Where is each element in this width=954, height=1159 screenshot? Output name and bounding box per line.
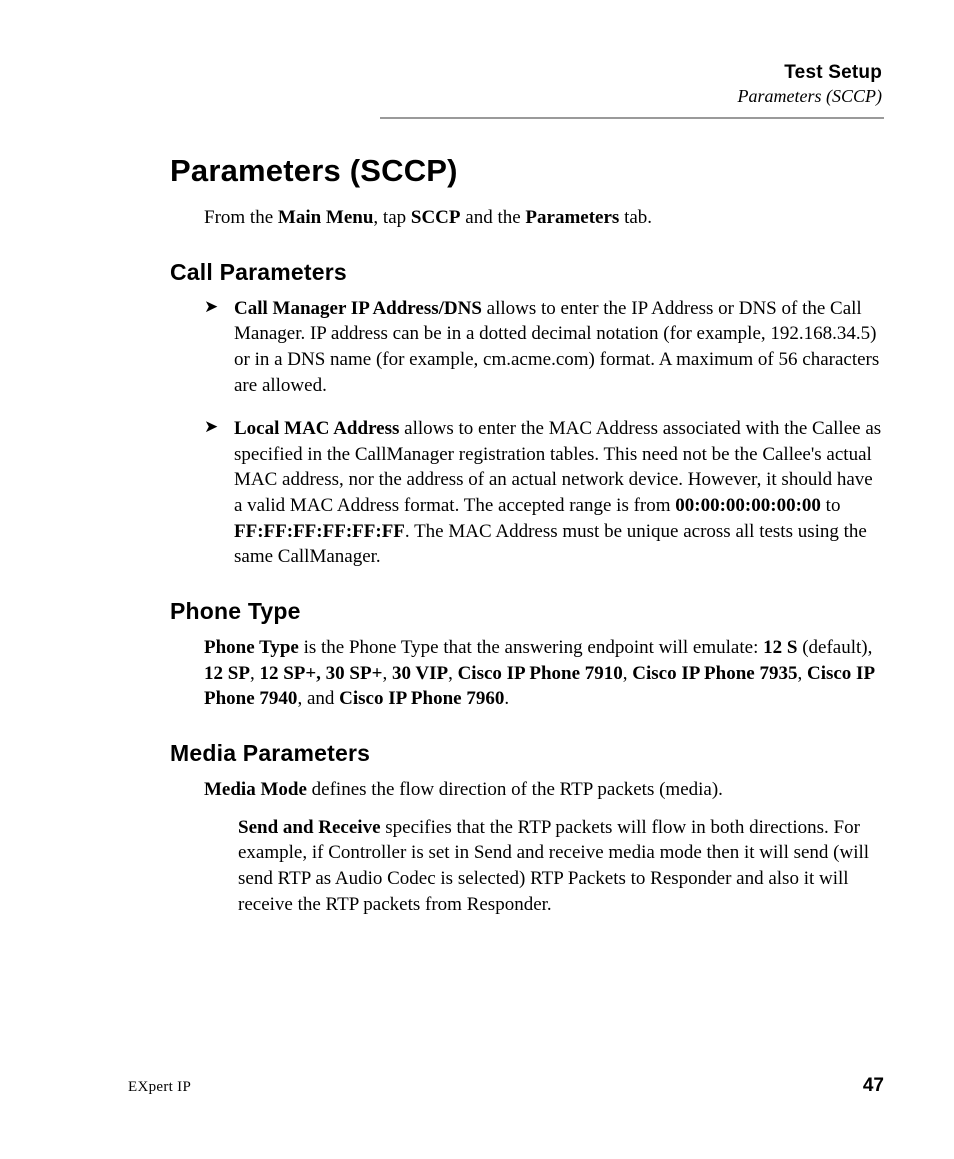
- phone-type-paragraph: Phone Type is the Phone Type that the an…: [204, 635, 884, 712]
- bold-text: Local MAC Address: [234, 418, 399, 439]
- bold-text: Main Menu: [278, 207, 374, 228]
- call-parameters-list: Call Manager IP Address/DNS allows to en…: [204, 296, 884, 570]
- text: .: [504, 688, 509, 709]
- bold-text: 12 SP+, 30 SP+: [259, 663, 382, 684]
- text: ,: [250, 663, 260, 684]
- list-item: Call Manager IP Address/DNS allows to en…: [204, 296, 884, 399]
- header-rule: [380, 117, 884, 119]
- bold-text: Phone Type: [204, 637, 299, 658]
- text: is the Phone Type that the answering end…: [299, 637, 763, 658]
- bold-text: Call Manager IP Address/DNS: [234, 298, 482, 319]
- footer-product: EXpert IP: [128, 1079, 191, 1096]
- text: ,: [623, 663, 633, 684]
- bold-text: Parameters: [525, 207, 619, 228]
- intro-paragraph: From the Main Menu, tap SCCP and the Par…: [204, 205, 884, 231]
- running-head-title: Test Setup: [70, 62, 882, 84]
- text: ,: [448, 663, 458, 684]
- bold-text: Media Mode: [204, 779, 307, 800]
- bold-text: FF:FF:FF:FF:FF:FF: [234, 521, 405, 542]
- media-mode-paragraph: Media Mode defines the flow direction of…: [204, 777, 884, 803]
- bold-text: 30 VIP: [392, 663, 448, 684]
- bold-text: Cisco IP Phone 7935: [632, 663, 797, 684]
- text: tab.: [619, 207, 652, 228]
- bold-text: 00:00:00:00:00:00: [675, 495, 821, 516]
- text: ,: [797, 663, 807, 684]
- text: defines the flow direction of the RTP pa…: [307, 779, 723, 800]
- footer-page-number: 47: [863, 1075, 884, 1097]
- text: , tap: [373, 207, 410, 228]
- bold-text: Cisco IP Phone 7910: [458, 663, 623, 684]
- send-receive-paragraph: Send and Receive specifies that the RTP …: [238, 815, 884, 918]
- text: and the: [461, 207, 526, 228]
- text: (default),: [797, 637, 872, 658]
- text: , and: [297, 688, 339, 709]
- bold-text: SCCP: [411, 207, 461, 228]
- running-head-subtitle: Parameters (SCCP): [70, 86, 882, 107]
- section-heading-call-parameters: Call Parameters: [170, 259, 884, 286]
- bold-text: 12 S: [763, 637, 797, 658]
- bold-text: Cisco IP Phone 7960: [339, 688, 504, 709]
- text: From the: [204, 207, 278, 228]
- section-heading-media-parameters: Media Parameters: [170, 740, 884, 767]
- running-head: Test Setup Parameters (SCCP): [70, 62, 882, 107]
- section-heading-phone-type: Phone Type: [170, 598, 884, 625]
- list-item: Local MAC Address allows to enter the MA…: [204, 416, 884, 570]
- bold-text: Send and Receive: [238, 817, 381, 838]
- text: to: [821, 495, 841, 516]
- page-footer: EXpert IP 47: [70, 1075, 884, 1097]
- bold-text: 12 SP: [204, 663, 250, 684]
- text: ,: [382, 663, 392, 684]
- page-title: Parameters (SCCP): [170, 153, 884, 189]
